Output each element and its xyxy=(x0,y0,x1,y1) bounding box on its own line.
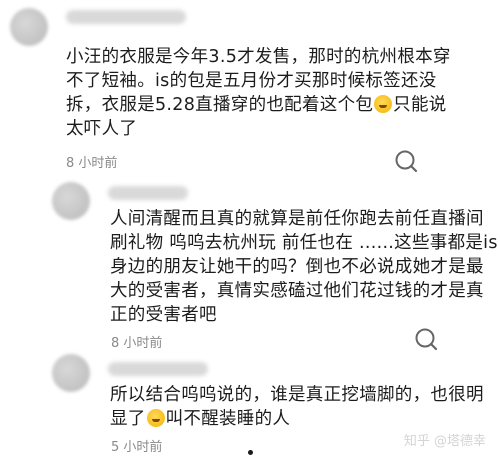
comment-2: 人间清醒而且真的就算是前任你跑去前任直播间 刷礼物 呜呜去杭州玩 前任也在 ..… xyxy=(0,178,500,351)
comment-line-part: 只能说 xyxy=(393,95,447,115)
comment-line-part: 叫不醒装睡的人 xyxy=(165,409,291,429)
scroll-indicator-dot xyxy=(248,450,253,455)
avatar[interactable] xyxy=(10,8,48,46)
comment-line: 太吓人了 xyxy=(66,119,138,139)
comment-line-part: 拆，衣服是5.28直播穿的也配着这个包 xyxy=(66,95,374,115)
zhihu-watermark: 知乎 @塔德幸 xyxy=(403,434,486,449)
avatar[interactable] xyxy=(52,182,90,220)
comment-line: 拆，衣服是5.28直播穿的也配着这个包 只能说 xyxy=(66,93,451,117)
username-blurred[interactable] xyxy=(66,10,186,24)
comment-line: 小汪的衣服是今年3.5才发售，那时的杭州根本穿 xyxy=(66,47,451,67)
timestamp: 8 小时前 xyxy=(66,156,118,171)
comment-line: 显了 叫不醒装睡的人 xyxy=(110,407,484,431)
username-blurred[interactable] xyxy=(108,186,188,200)
rofl-emoji-icon xyxy=(374,95,393,113)
comment-line: 大的受害者，真情实感磕过他们花过钱的才是真 xyxy=(110,281,484,301)
comment-line: 人间清醒而且真的就算是前任你跑去前任直播间 xyxy=(110,209,484,229)
comment-line-part: 显了 xyxy=(110,409,146,429)
comment-line: 刷礼物 呜呜去杭州玩 前任也在 ......这些事都是is xyxy=(110,233,498,253)
timestamp: 5 小时前 xyxy=(111,440,163,455)
comment-line: 所以结合呜呜说的，谁是真正挖墙脚的，也很明 xyxy=(110,385,484,405)
comment-text: 人间清醒而且真的就算是前任你跑去前任直播间 刷礼物 呜呜去杭州玩 前任也在 ..… xyxy=(110,207,498,327)
comment-text: 所以结合呜呜说的，谁是真正挖墙脚的，也很明 显了 叫不醒装睡的人 xyxy=(110,383,484,431)
zipper-mouth-emoji-icon xyxy=(146,409,165,427)
comment-1: 小汪的衣服是今年3.5才发售，那时的杭州根本穿 不了短袖。is的包是五月份才买那… xyxy=(0,0,500,180)
comment-line: 不了短袖。is的包是五月份才买那时候标签还没 xyxy=(66,71,437,91)
username-blurred[interactable] xyxy=(108,362,208,376)
avatar[interactable] xyxy=(52,354,90,392)
comment-text: 小汪的衣服是今年3.5才发售，那时的杭州根本穿 不了短袖。is的包是五月份才买那… xyxy=(66,45,451,141)
comment-line: 身边的朋友让她干的吗？倒也不必说成她才是最 xyxy=(110,257,484,277)
comment-bubble-icon[interactable] xyxy=(393,148,419,174)
comment-line: 正的受害者吧 xyxy=(110,305,217,325)
